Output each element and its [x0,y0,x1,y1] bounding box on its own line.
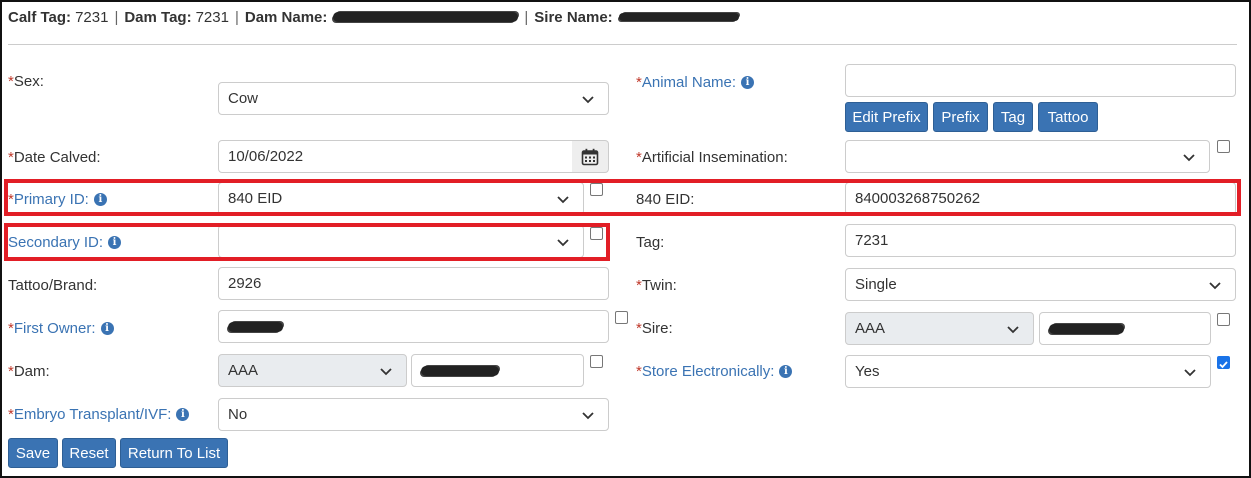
calf-tag-value: 7231 [75,8,109,26]
calf-tag-label: Calf Tag: [8,8,72,26]
tag-label: Tag: [636,234,665,251]
info-icon[interactable]: i [100,322,114,335]
tag-button[interactable]: Tag [993,102,1033,132]
tattoo-button[interactable]: Tattoo [1038,102,1098,132]
sire-name-label: Sire Name: [534,8,613,26]
prefix-button[interactable]: Prefix [933,102,988,132]
sex-select[interactable]: Cow [218,82,609,115]
artificial-insemination-label: * Artificial Insemination: [636,149,788,166]
store-electronically-select[interactable]: Yes [845,355,1211,388]
header-divider [8,44,1237,45]
dam-name-label: Dam Name: [244,8,328,26]
chevron-down-icon [1183,153,1195,161]
artificial-insemination-checkbox[interactable] [1217,140,1230,153]
dam-tag-label: Dam Tag: [124,8,192,26]
first-owner-label: * First Owner: i [8,320,114,337]
sire-label: * Sire: [636,320,673,337]
info-icon[interactable]: i [176,408,190,421]
sex-label: * Sex: [8,73,44,90]
info-icon[interactable]: i [779,365,793,378]
save-button[interactable]: Save [8,438,58,468]
chevron-down-icon [1007,325,1019,333]
highlight-box-secondary-id [4,223,610,261]
chevron-down-icon [1184,368,1196,376]
calendar-icon [581,148,599,165]
store-electronically-label: * Store Electronically: i [636,363,793,380]
sire-checkbox[interactable] [1217,313,1230,326]
info-icon[interactable]: i [741,76,755,89]
dam-name-input[interactable] [411,354,584,387]
tattoo-brand-label: Tattoo/Brand: [8,277,98,294]
sire-breed-select[interactable]: AAA [845,312,1034,345]
redacted-dam [421,365,499,376]
date-calved-input[interactable]: 10/06/2022 [218,140,573,173]
sire-name-input[interactable] [1039,312,1211,345]
twin-select[interactable]: Single [845,268,1236,301]
dam-breed-select[interactable]: AAA [218,354,407,387]
animal-name-label: * Animal Name: i [636,74,755,91]
separator: | [524,8,529,26]
calendar-button[interactable] [572,140,609,173]
embryo-transplant-label: * Embryo Transplant/IVF: i [8,406,190,423]
return-to-list-button[interactable]: Return To List [120,438,228,468]
reset-button[interactable]: Reset [62,438,116,468]
embryo-transplant-select[interactable]: No [218,398,609,431]
redacted-sire-name [618,13,739,21]
chevron-down-icon [582,411,594,419]
redacted-sire [1049,323,1124,334]
chevron-down-icon [1209,281,1221,289]
edit-prefix-button[interactable]: Edit Prefix [845,102,928,132]
dam-checkbox[interactable] [590,355,603,368]
redacted-dam-name [333,12,519,22]
first-owner-checkbox[interactable] [615,311,628,324]
dam-tag-value: 7231 [195,8,229,26]
tattoo-brand-input[interactable]: 2926 [218,267,609,300]
dam-label: * Dam: [8,363,50,380]
chevron-down-icon [582,95,594,103]
separator: | [114,8,119,26]
date-calved-label: * Date Calved: [8,149,101,166]
animal-name-input[interactable] [845,64,1236,97]
highlight-box-primary-id [4,179,1241,216]
check-icon [1219,361,1228,369]
artificial-insemination-select[interactable] [845,140,1210,173]
store-electronically-checkbox[interactable] [1217,356,1230,369]
tag-input[interactable]: 7231 [845,224,1236,257]
redacted-first-owner [228,321,283,332]
first-owner-input[interactable] [218,310,609,343]
chevron-down-icon [380,367,392,375]
calf-summary-header: Calf Tag: 7231 | Dam Tag: 7231 | Dam Nam… [8,7,739,27]
separator: | [234,8,239,26]
twin-label: * Twin: [636,277,677,294]
